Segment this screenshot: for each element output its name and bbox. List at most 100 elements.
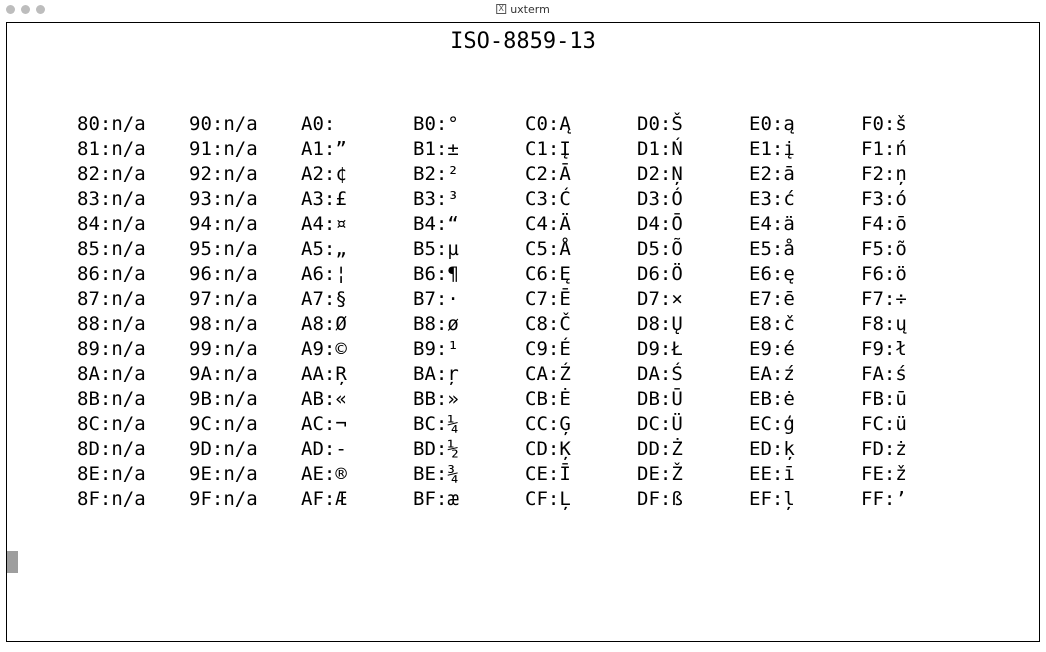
code-cell: D4:Ō (637, 212, 749, 237)
code-cell: BC:¼ (413, 412, 525, 437)
code-cell: FB:ū (861, 387, 973, 412)
code-cell: F5:õ (861, 237, 973, 262)
code-cell: E1:į (749, 137, 861, 162)
code-cell: 88:n/a (77, 312, 189, 337)
code-cell: 91:n/a (189, 137, 301, 162)
code-cell: A1:” (301, 137, 413, 162)
minimize-dot-icon[interactable] (21, 5, 30, 14)
code-cell: E7:ē (749, 287, 861, 312)
code-cell: 98:n/a (189, 312, 301, 337)
code-cell: 9F:n/a (189, 487, 301, 512)
code-cell: EE:ī (749, 462, 861, 487)
code-cell: 9A:n/a (189, 362, 301, 387)
window-titlebar: X uxterm (0, 0, 1046, 18)
code-cell: F0:š (861, 112, 973, 137)
code-cell: E0:ą (749, 112, 861, 137)
code-cell: EB:ė (749, 387, 861, 412)
code-cell: AF:Æ (301, 487, 413, 512)
code-cell: F1:ń (861, 137, 973, 162)
code-column: C0:ĄC1:ĮC2:ĀC3:ĆC4:ÄC5:ÅC6:ĘC7:ĒC8:ČC9:É… (525, 112, 637, 512)
code-cell: FF:’ (861, 487, 973, 512)
terminal-frame[interactable]: ISO-8859-13 80:n/a81:n/a82:n/a83:n/a84:n… (6, 22, 1040, 642)
code-cell: F4:ō (861, 212, 973, 237)
code-cell: 9B:n/a (189, 387, 301, 412)
code-cell: D8:Ų (637, 312, 749, 337)
code-cell: B8:ø (413, 312, 525, 337)
code-column: B0:°B1:±B2:²B3:³B4:“B5:µB6:¶B7:·B8:øB9:¹… (413, 112, 525, 512)
code-cell: 96:n/a (189, 262, 301, 287)
code-cell: 84:n/a (77, 212, 189, 237)
code-cell: DD:Ż (637, 437, 749, 462)
code-cell: FC:ü (861, 412, 973, 437)
code-cell: D9:Ł (637, 337, 749, 362)
code-cell: F9:ł (861, 337, 973, 362)
code-cell: A6:¦ (301, 262, 413, 287)
code-cell: E8:č (749, 312, 861, 337)
code-cell: AE:® (301, 462, 413, 487)
code-cell: 8F:n/a (77, 487, 189, 512)
code-cell: 89:n/a (77, 337, 189, 362)
code-cell: C6:Ę (525, 262, 637, 287)
code-cell: CC:Ģ (525, 412, 637, 437)
code-cell: 82:n/a (77, 162, 189, 187)
code-cell: 8D:n/a (77, 437, 189, 462)
code-cell: A8:Ø (301, 312, 413, 337)
zoom-dot-icon[interactable] (36, 5, 45, 14)
x11-icon: X (496, 4, 506, 14)
code-cell: CF:Ļ (525, 487, 637, 512)
code-cell: EF:ļ (749, 487, 861, 512)
code-cell: D7:× (637, 287, 749, 312)
code-cell: C8:Č (525, 312, 637, 337)
code-cell: 80:n/a (77, 112, 189, 137)
code-cell: F7:÷ (861, 287, 973, 312)
code-cell: DA:Ś (637, 362, 749, 387)
code-cell: DF:ß (637, 487, 749, 512)
code-cell: CB:Ė (525, 387, 637, 412)
code-cell: C3:Ć (525, 187, 637, 212)
code-cell: 8C:n/a (77, 412, 189, 437)
code-cell: AB:« (301, 387, 413, 412)
code-cell: D2:Ņ (637, 162, 749, 187)
code-cell: D5:Õ (637, 237, 749, 262)
code-cell: 86:n/a (77, 262, 189, 287)
code-cell: ED:ķ (749, 437, 861, 462)
code-cell: 87:n/a (77, 287, 189, 312)
code-cell: BD:½ (413, 437, 525, 462)
code-cell: BE:¾ (413, 462, 525, 487)
traffic-lights (6, 5, 45, 14)
code-cell: C5:Å (525, 237, 637, 262)
code-cell: BB:» (413, 387, 525, 412)
code-cell: 95:n/a (189, 237, 301, 262)
code-cell: B1:± (413, 137, 525, 162)
code-cell: 90:n/a (189, 112, 301, 137)
code-cell: E4:ä (749, 212, 861, 237)
code-cell: 97:n/a (189, 287, 301, 312)
code-cell: 99:n/a (189, 337, 301, 362)
encoding-heading: ISO-8859-13 (7, 29, 1039, 54)
code-cell: CE:Ī (525, 462, 637, 487)
code-cell: B2:² (413, 162, 525, 187)
code-cell: A7:§ (301, 287, 413, 312)
code-cell: 81:n/a (77, 137, 189, 162)
code-cell: 9C:n/a (189, 412, 301, 437)
code-cell: 93:n/a (189, 187, 301, 212)
code-cell: A3:£ (301, 187, 413, 212)
code-cell: A4:¤ (301, 212, 413, 237)
code-cell: F6:ö (861, 262, 973, 287)
code-cell: 8B:n/a (77, 387, 189, 412)
code-cell: B4:“ (413, 212, 525, 237)
code-cell: AD:- (301, 437, 413, 462)
code-cell: 92:n/a (189, 162, 301, 187)
code-cell: DB:Ū (637, 387, 749, 412)
code-cell: F8:ų (861, 312, 973, 337)
code-cell: BA:ŗ (413, 362, 525, 387)
code-cell: 9E:n/a (189, 462, 301, 487)
code-cell: E5:å (749, 237, 861, 262)
code-cell: 94:n/a (189, 212, 301, 237)
code-cell: C7:Ē (525, 287, 637, 312)
code-cell: A9:© (301, 337, 413, 362)
code-table: 80:n/a81:n/a82:n/a83:n/a84:n/a85:n/a86:n… (7, 112, 1039, 512)
code-cell: F2:ņ (861, 162, 973, 187)
close-dot-icon[interactable] (6, 5, 15, 14)
code-cell: BF:æ (413, 487, 525, 512)
